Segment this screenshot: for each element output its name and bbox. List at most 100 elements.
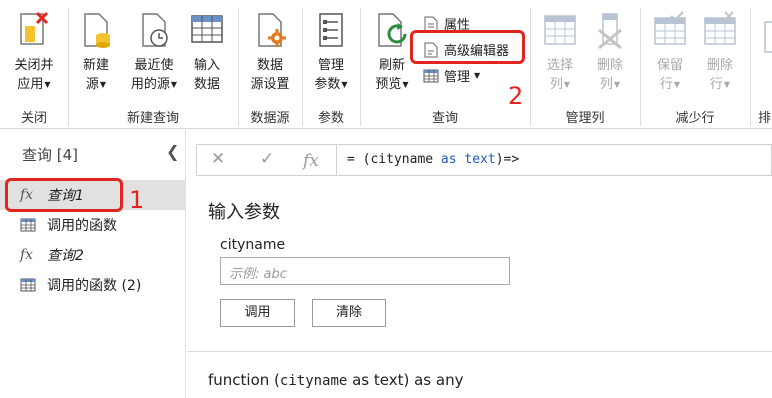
dropdown-arrow-icon: ▼ (613, 80, 621, 89)
enter-data-label-1: 输入 (193, 58, 220, 73)
query-item-label: 查询2 (47, 248, 84, 264)
group-label-sort: 排 (758, 111, 772, 126)
remove-rows-button[interactable]: 删除行▼ (699, 10, 741, 94)
annotation-box-2 (410, 30, 525, 64)
query-item-label: 调用的函数 (47, 218, 117, 234)
remove-columns-button[interactable]: 删除列▼ (589, 10, 631, 94)
choose-columns-button[interactable]: 选择 列▼ (539, 10, 581, 94)
data-source-settings-button[interactable]: 数据 源设置 (245, 10, 295, 94)
group-parameters: 管理参数▼ 参数 (303, 0, 359, 129)
new-source-button[interactable]: 新建 源▼ (75, 10, 117, 94)
query-item[interactable]: fx 查询2 (0, 240, 186, 270)
function-signature: function (cityname as text) as any (208, 371, 463, 389)
group-close: 关闭并应用▼ 关闭 (0, 0, 68, 129)
manage-button[interactable]: 管理 ▼ (423, 66, 480, 85)
dropdown-arrow-icon: ▼ (341, 80, 348, 89)
choose-columns-icon (543, 10, 577, 50)
keep-rows-label-2: 行 (659, 77, 673, 92)
group-label-new-query: 新建查询 (126, 111, 179, 126)
formula-keyword-as: as (440, 152, 457, 167)
remove-rows-icon (703, 10, 737, 50)
formula-suffix: )=> (495, 152, 520, 167)
enter-data-label-2: 数据 (193, 77, 220, 92)
chevron-left-icon[interactable]: ❮ (166, 142, 179, 161)
close-apply-button[interactable]: 关闭并应用▼ (8, 10, 60, 94)
enter-parameters-heading: 输入参数 (208, 202, 280, 223)
formula-prefix: = (cityname (347, 152, 441, 167)
dropdown-arrow-icon: ▼ (563, 80, 571, 89)
table-icon (190, 10, 224, 50)
keep-rows-button[interactable]: 保留 行▼ (649, 10, 691, 94)
fx-icon[interactable]: fx (303, 151, 319, 171)
query-item[interactable]: 调用的函数 (2) (0, 270, 186, 300)
refresh-preview-button[interactable]: 刷新 预览▼ (369, 10, 415, 94)
manage-label: 管理 (444, 70, 471, 85)
new-source-icon (79, 10, 113, 50)
new-source-label-2: 源 (85, 77, 99, 92)
divider (187, 351, 772, 352)
signature-param: cityname (279, 373, 348, 389)
query-item[interactable]: 调用的函数 (0, 210, 186, 240)
parameter-input[interactable]: 示例: abc (220, 257, 510, 285)
group-label-reduce-rows: 减少行 (675, 111, 715, 126)
ribbon: 关闭并 应用▼ 关闭 新建 源▼ 最近使 用的源▼ 输入 数据 新建查询 数据 … (0, 0, 772, 129)
sort-icon (759, 18, 772, 58)
function-icon: fx (20, 247, 34, 263)
table-icon (423, 68, 439, 84)
recent-sources-button[interactable]: 最近使 用的源▼ (125, 10, 183, 94)
manage-parameters-button[interactable]: 管理参数▼ (308, 10, 354, 94)
cancel-formula-icon[interactable]: ✕ (211, 149, 225, 169)
annotation-number-2: 2 (508, 82, 524, 110)
signature-prefix: function ( (208, 371, 280, 389)
commit-formula-icon[interactable]: ✓ (260, 149, 274, 169)
close-apply-label-1: 关闭并 (14, 58, 54, 73)
group-label-query: 查询 (431, 111, 458, 126)
close-apply-label-2: 应用 (17, 77, 44, 92)
group-query: 刷新 预览▼ 属性 高级编辑器 管理 ▼ 查询 (361, 0, 529, 129)
dropdown-arrow-icon: ▼ (402, 80, 409, 89)
formula-bar: ✕ ✓ fx = (cityname as text)=> (196, 144, 772, 176)
parameter-label: cityname (220, 237, 286, 253)
choose-columns-label-2: 列 (549, 77, 563, 92)
recent-sources-icon (137, 10, 171, 50)
annotation-number-1: 1 (129, 186, 145, 214)
group-new-query: 新建 源▼ 最近使 用的源▼ 输入 数据 新建查询 (69, 0, 237, 129)
annotation-box-1 (5, 178, 123, 212)
data-source-settings-label-1: 数据 (256, 58, 283, 73)
clear-button[interactable]: 清除 (312, 299, 386, 327)
recent-sources-label-2: 用的源 (130, 77, 170, 92)
remove-columns-label-1: 删除 (596, 58, 623, 73)
group-reduce-rows: 保留 行▼ 删除 行▼ 减少行 (641, 0, 749, 129)
formula-keyword-text: text (464, 152, 496, 167)
dropdown-arrow-icon: ▼ (723, 80, 731, 89)
query-item-label: 调用的函数 (2) (47, 278, 142, 294)
close-apply-icon (17, 10, 51, 50)
table-icon (20, 217, 36, 233)
enter-data-button[interactable]: 输入 数据 (187, 10, 227, 94)
dropdown-arrow-icon: ▼ (44, 80, 51, 89)
invoke-button[interactable]: 调用 (220, 299, 295, 327)
group-label-data-sources: 数据源 (250, 111, 290, 126)
remove-rows-label-1: 删除 (706, 58, 733, 73)
remove-rows-label-2: 行 (709, 77, 723, 92)
formula-bar-divider (336, 145, 337, 175)
formula-input[interactable]: = (cityname as text)=> (347, 152, 519, 167)
recent-sources-label-1: 最近使 (134, 58, 174, 73)
table-icon (20, 277, 36, 293)
remove-columns-icon (593, 10, 627, 50)
remove-columns-label-2: 列 (599, 77, 613, 92)
parameters-icon (314, 10, 348, 50)
group-manage-columns: 选择 列▼ 删除 列▼ 管理列 (531, 0, 639, 129)
queries-pane: 查询 [4] ❮ fx 查询1 调用的函数 fx 查询2 调用的函数 (2) (0, 130, 186, 398)
group-label-close: 关闭 (20, 111, 47, 126)
queries-pane-title: 查询 [4] (22, 146, 79, 164)
data-source-settings-label-2: 源设置 (250, 77, 290, 92)
main-content: 输入参数 cityname 示例: abc 调用 清除 function (ci… (187, 178, 772, 398)
new-source-label-1: 新建 (82, 58, 109, 73)
group-sort-partial: 排 (751, 0, 772, 129)
settings-icon (253, 10, 287, 50)
keep-rows-label-1: 保留 (656, 58, 683, 73)
manage-parameters-label-1: 管理 (317, 58, 344, 73)
manage-parameters-label-2: 参数 (314, 77, 341, 92)
refresh-icon (375, 10, 409, 50)
